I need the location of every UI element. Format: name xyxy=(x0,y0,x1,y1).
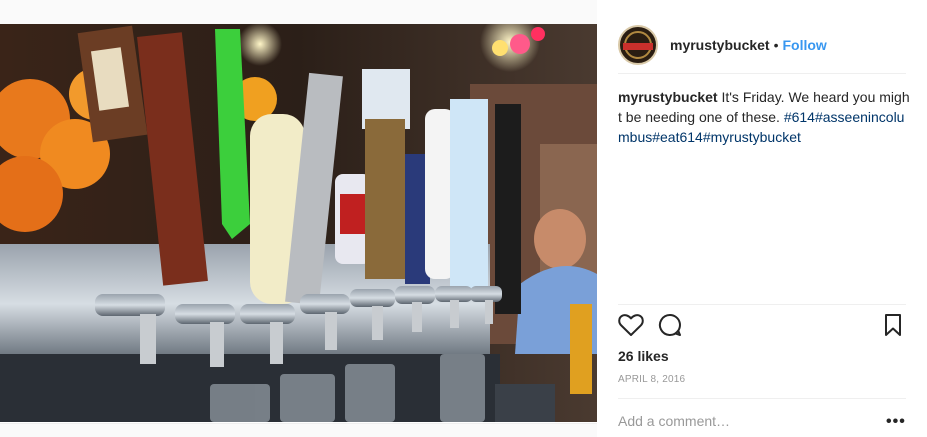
beer-taps-image xyxy=(0,24,597,422)
more-options-icon[interactable]: ••• xyxy=(886,413,906,431)
actions-divider xyxy=(618,304,906,305)
caption-username-link[interactable]: myrustybucket xyxy=(618,89,718,105)
post-caption: myrustybucket It's Friday. We heard you … xyxy=(618,87,910,147)
username-link[interactable]: myrustybucket xyxy=(670,37,770,53)
avatar-logo-banner xyxy=(623,42,653,50)
separator-dot: • xyxy=(773,36,779,53)
bookmark-icon[interactable] xyxy=(883,313,903,342)
post-header: myrustybucket • Follow xyxy=(618,16,906,74)
comment-divider xyxy=(618,398,906,399)
follow-button[interactable]: Follow xyxy=(783,37,827,53)
likes-count[interactable]: 26 likes xyxy=(618,348,669,364)
comment-icon[interactable] xyxy=(658,313,682,342)
heart-icon[interactable] xyxy=(618,313,644,342)
post-side-panel: myrustybucket • Follow myrustybucket It'… xyxy=(597,0,927,437)
avatar[interactable] xyxy=(618,24,658,65)
post-date[interactable]: APRIL 8, 2016 xyxy=(618,374,685,385)
post-photo[interactable] xyxy=(0,24,597,422)
add-comment-input[interactable] xyxy=(618,410,878,432)
action-bar xyxy=(618,313,906,341)
